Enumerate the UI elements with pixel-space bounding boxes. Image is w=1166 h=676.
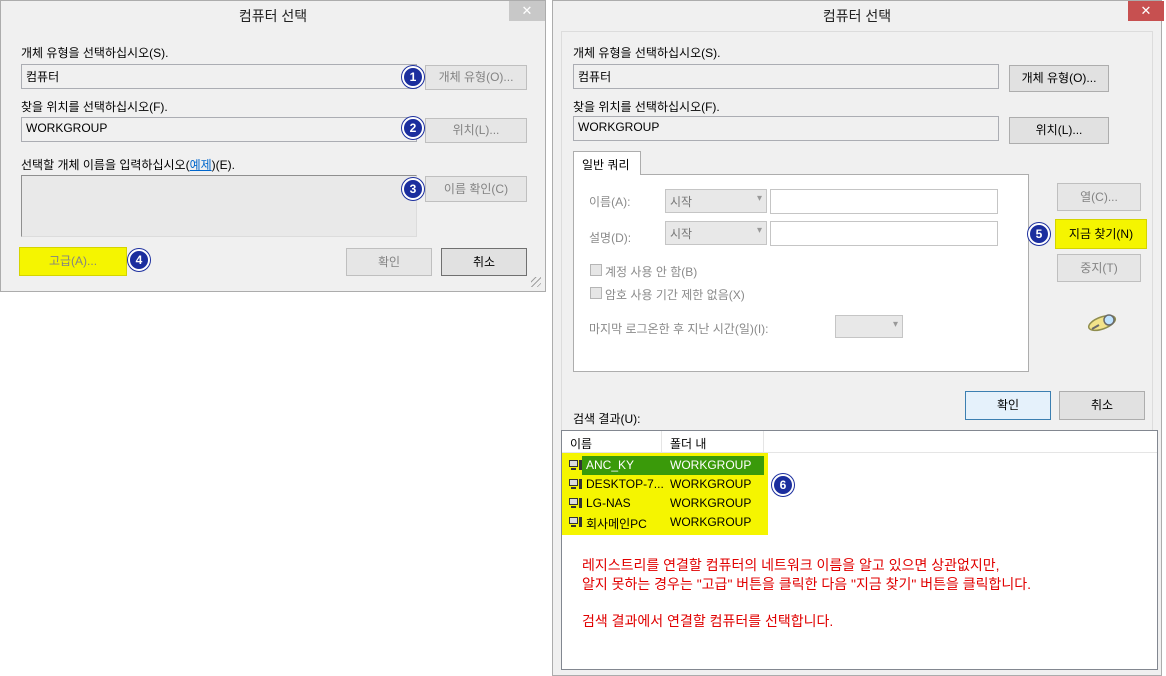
stop-button[interactable]: 중지(T) <box>1057 254 1141 282</box>
tab-general-query[interactable]: 일반 쿼리 <box>573 151 641 175</box>
resize-grip[interactable] <box>531 277 541 287</box>
right-location-button[interactable]: 위치(L)... <box>1009 117 1109 144</box>
badge-3: 3 <box>402 178 424 200</box>
columns-button[interactable]: 열(C)... <box>1057 183 1141 211</box>
chevron-down-icon: ▾ <box>756 193 762 204</box>
badge-5: 5 <box>1028 223 1050 245</box>
result-name: ANC_KY <box>586 458 635 472</box>
result-name: 회사메인PC <box>586 517 647 531</box>
object-names-textarea[interactable] <box>21 175 417 237</box>
description-label: 설명(D): <box>589 231 632 245</box>
badge-2: 2 <box>402 117 424 139</box>
result-row[interactable]: 회사메인PC WORKGROUP <box>562 513 766 532</box>
disabled-accounts-checkbox[interactable] <box>590 264 602 276</box>
name-combo-value: 시작 <box>670 195 693 209</box>
computer-icon <box>569 460 582 470</box>
badge-4: 4 <box>128 249 150 271</box>
computer-icon <box>569 479 582 489</box>
note-line-2: 알지 못하는 경우는 "고급" 버튼을 클릭한 다음 "지금 찾기" 버튼을 클… <box>582 576 1032 592</box>
name-combo[interactable]: 시작 ▾ <box>665 189 767 213</box>
right-location-label: 찾을 위치를 선택하십시오(F). <box>573 100 720 114</box>
left-close-button[interactable]: ✕ <box>509 1 545 21</box>
right-ok-button[interactable]: 확인 <box>965 391 1051 420</box>
advanced-button[interactable]: 고급(A)... <box>19 247 127 276</box>
left-select-computer-dialog: 컴퓨터 선택 ✕ 개체 유형을 선택하십시오(S). 컴퓨터 개체 유형(O).… <box>0 0 546 292</box>
results-header: 이름 폴더 내 <box>562 431 1157 453</box>
right-dialog-title: 컴퓨터 선택 <box>822 8 892 24</box>
result-folder: WORKGROUP <box>670 496 752 510</box>
badge-1: 1 <box>402 66 424 88</box>
left-cancel-button[interactable]: 취소 <box>441 248 527 276</box>
result-row[interactable]: LG-NAS WORKGROUP <box>562 494 766 513</box>
search-results-label: 검색 결과(U): <box>573 412 641 426</box>
non-expiring-password-label: 암호 사용 기간 제한 없음(X) <box>605 288 745 302</box>
description-text-field[interactable] <box>770 221 998 246</box>
column-header-name[interactable]: 이름 <box>562 431 662 453</box>
enter-names-label: 선택할 개체 이름을 입력하십시오(예제)(E). <box>21 156 235 173</box>
left-ok-button[interactable]: 확인 <box>346 248 432 276</box>
disabled-accounts-label: 계정 사용 안 함(B) <box>605 265 698 279</box>
computer-icon <box>569 517 582 527</box>
right-object-type-button[interactable]: 개체 유형(O)... <box>1009 65 1109 92</box>
result-name: LG-NAS <box>586 496 631 510</box>
tab-general-query-label: 일반 쿼리 <box>582 158 630 172</box>
note-line-3: 검색 결과에서 연결할 컴퓨터를 선택합니다. <box>582 613 834 629</box>
location-label: 찾을 위치를 선택하십시오(F). <box>21 100 168 114</box>
left-dialog-title: 컴퓨터 선택 <box>238 8 308 24</box>
right-location-field: WORKGROUP <box>573 116 999 141</box>
right-object-type-field: 컴퓨터 <box>573 64 999 89</box>
right-cancel-button[interactable]: 취소 <box>1059 391 1145 420</box>
days-since-logon-label: 마지막 로그온한 후 지난 시간(일)(I): <box>589 322 769 336</box>
location-field: WORKGROUP <box>21 117 417 142</box>
name-text-field[interactable] <box>770 189 998 214</box>
days-since-logon-combo[interactable]: ▾ <box>835 315 903 338</box>
find-now-button[interactable]: 지금 찾기(N) <box>1055 219 1147 249</box>
note-line-1: 레지스트리를 연결할 컴퓨터의 네트워크 이름을 알고 있으면 상관없지만, <box>582 557 1000 573</box>
non-expiring-password-checkbox[interactable] <box>590 287 602 299</box>
search-flashlight-icon <box>1085 309 1121 337</box>
object-type-label: 개체 유형을 선택하십시오(S). <box>21 46 169 60</box>
description-combo-value: 시작 <box>670 227 693 241</box>
chevron-down-icon: ▾ <box>892 319 898 330</box>
examples-link[interactable]: 예제 <box>190 158 212 172</box>
result-name: DESKTOP-7... <box>586 477 664 491</box>
enter-names-suffix: )(E). <box>211 158 235 172</box>
badge-6: 6 <box>772 474 794 496</box>
chevron-down-icon: ▾ <box>756 225 762 236</box>
computer-icon <box>569 498 582 508</box>
right-close-button[interactable]: ✕ <box>1128 1 1164 21</box>
result-row[interactable]: ANC_KY WORKGROUP <box>562 456 766 475</box>
result-folder: WORKGROUP <box>670 477 752 491</box>
result-folder: WORKGROUP <box>670 458 752 472</box>
right-select-computer-dialog: 컴퓨터 선택 ✕ 개체 유형을 선택하십시오(S). 컴퓨터 개체 유형(O).… <box>552 0 1164 676</box>
enter-names-prefix: 선택할 개체 이름을 입력하십시오( <box>21 158 190 172</box>
result-row[interactable]: DESKTOP-7... WORKGROUP <box>562 475 766 494</box>
name-label: 이름(A): <box>589 195 631 209</box>
result-folder: WORKGROUP <box>670 515 752 529</box>
location-button[interactable]: 위치(L)... <box>425 118 527 143</box>
object-type-button[interactable]: 개체 유형(O)... <box>425 65 527 90</box>
object-type-field: 컴퓨터 <box>21 64 417 89</box>
search-results-list[interactable]: 이름 폴더 내 ANC_KY WORKGROUP DESKTOP-7... WO… <box>561 430 1158 670</box>
check-names-button[interactable]: 이름 확인(C) <box>425 176 527 202</box>
right-object-type-label: 개체 유형을 선택하십시오(S). <box>573 46 721 60</box>
column-header-folder[interactable]: 폴더 내 <box>662 431 764 453</box>
description-combo[interactable]: 시작 ▾ <box>665 221 767 245</box>
